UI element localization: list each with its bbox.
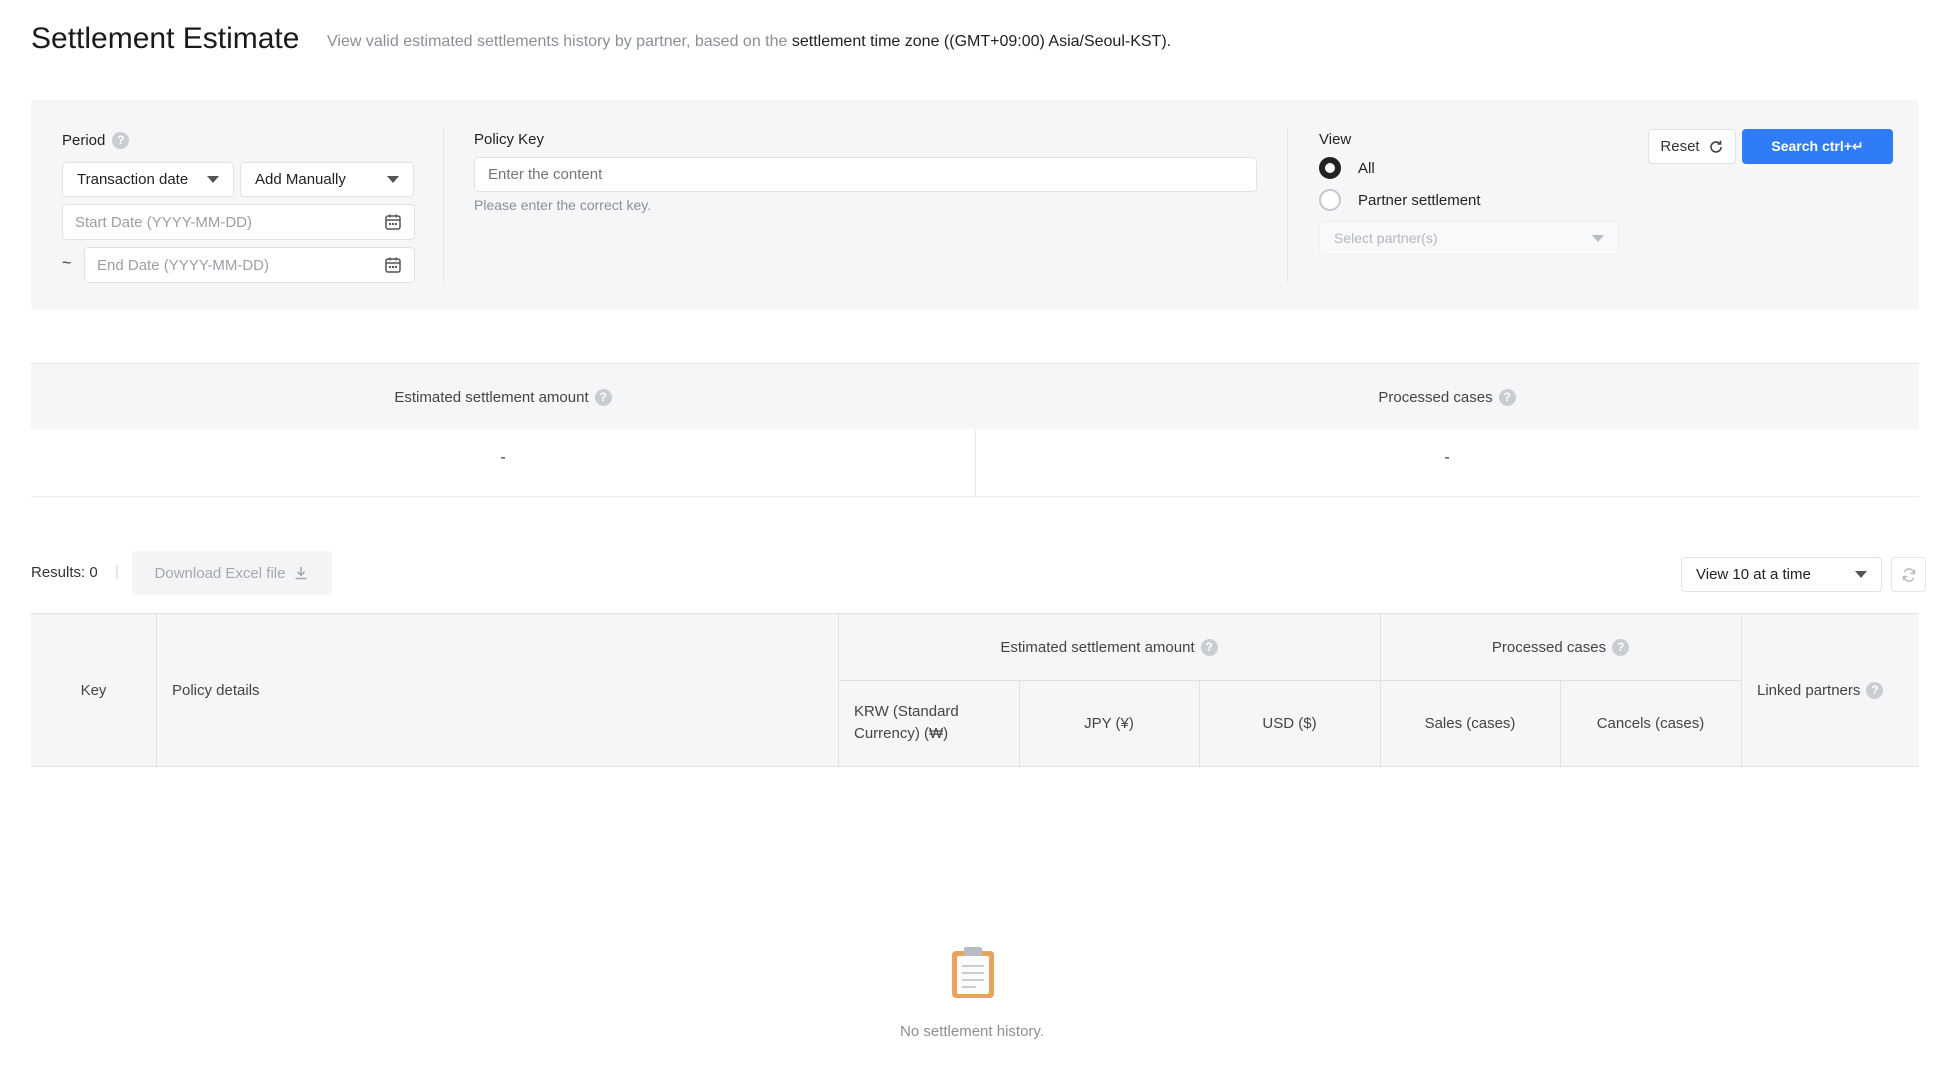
summary-processed-header: Processed cases ? <box>975 364 1919 430</box>
start-date-field[interactable]: Start Date (YYYY-MM-DD) <box>62 204 415 240</box>
radio-unchecked[interactable] <box>1319 189 1341 211</box>
page-title: Settlement Estimate <box>31 22 300 55</box>
reset-button[interactable]: Reset <box>1648 129 1736 164</box>
calendar-icon[interactable] <box>384 213 402 231</box>
table-header: Key Policy details Estimated settlement … <box>31 613 1919 767</box>
divider <box>1741 614 1742 766</box>
view-option-all-label: All <box>1358 159 1375 177</box>
column-header-krw: KRW (Standard Currency) (₩) <box>854 680 1009 766</box>
help-icon[interactable]: ? <box>1612 638 1630 656</box>
timezone-text: settlement time zone ((GMT+09:00) Asia/S… <box>791 33 1172 50</box>
range-mode-value: Add Manually <box>255 171 346 188</box>
column-group-estimated: Estimated settlement amount ? <box>838 614 1380 680</box>
view-label: View <box>1319 131 1352 148</box>
divider <box>156 614 157 766</box>
view-option-partner[interactable]: Partner settlement <box>1319 189 1481 211</box>
download-icon <box>295 567 307 580</box>
refresh-icon <box>1709 140 1722 153</box>
help-icon[interactable]: ? <box>594 388 612 406</box>
column-header-krw-label: KRW (Standard Currency) (₩) <box>854 703 959 742</box>
start-date-placeholder: Start Date (YYYY-MM-DD) <box>75 213 252 231</box>
period-label-group: Period ? <box>62 132 130 149</box>
page-description: View valid estimated settlements history… <box>327 33 1171 51</box>
help-icon[interactable]: ? <box>1498 388 1516 406</box>
results-count: Results: 0 <box>31 564 98 581</box>
chevron-down-icon <box>207 176 219 183</box>
column-header-cancels: Cancels (cases) <box>1560 680 1741 766</box>
column-header-key-label: Key <box>80 681 107 699</box>
help-icon[interactable]: ? <box>1200 638 1218 656</box>
refresh-icon <box>1902 567 1915 582</box>
column-header-linked-partners-label: Linked partners <box>1757 681 1861 699</box>
policy-key-input[interactable] <box>474 157 1257 192</box>
summary-estimated-header: Estimated settlement amount ? <box>31 364 975 430</box>
chevron-down-icon <box>1855 571 1867 578</box>
column-group-estimated-label: Estimated settlement amount <box>1000 638 1195 656</box>
column-header-policy-details: Policy details <box>172 614 822 766</box>
search-button[interactable]: Search ctrl+↵ <box>1742 129 1893 164</box>
results-separator: | <box>115 563 119 580</box>
download-excel-button[interactable]: Download Excel file <box>132 551 332 595</box>
column-group-processed-label: Processed cases <box>1491 638 1607 656</box>
column-header-policy-details-label: Policy details <box>172 681 260 699</box>
chevron-down-icon <box>387 176 399 183</box>
refresh-button[interactable] <box>1891 557 1926 592</box>
column-header-sales-label: Sales (cases) <box>1424 714 1516 732</box>
summary-processed-value: - <box>1444 449 1450 466</box>
column-header-key: Key <box>31 614 156 766</box>
column-header-cancels-label: Cancels (cases) <box>1596 714 1705 732</box>
column-header-sales: Sales (cases) <box>1380 680 1560 766</box>
divider <box>1287 128 1288 282</box>
reset-button-label: Reset <box>1660 138 1700 155</box>
column-group-processed: Processed cases ? <box>1380 614 1741 680</box>
radio-checked[interactable] <box>1319 157 1341 179</box>
empty-state-message: No settlement history. <box>900 1023 1044 1040</box>
summary-estimated-value: - <box>500 449 506 466</box>
help-icon[interactable]: ? <box>112 132 130 149</box>
search-button-label: Search ctrl+↵ <box>1771 138 1864 154</box>
help-icon[interactable]: ? <box>1866 681 1884 699</box>
column-header-jpy-label: JPY (¥) <box>1084 714 1134 732</box>
end-date-placeholder: End Date (YYYY-MM-DD) <box>97 256 269 274</box>
divider <box>443 128 444 282</box>
summary-estimated-label: Estimated settlement amount <box>394 388 589 406</box>
period-label: Period <box>62 132 106 149</box>
view-option-all[interactable]: All <box>1319 157 1375 179</box>
partner-select[interactable]: Select partner(s) <box>1319 221 1619 255</box>
download-excel-label: Download Excel file <box>154 564 286 582</box>
summary-values: - - <box>31 429 1919 497</box>
policy-key-label: Policy Key <box>474 131 545 148</box>
end-date-field[interactable]: End Date (YYYY-MM-DD) <box>84 247 415 283</box>
column-header-usd-label: USD ($) <box>1262 714 1317 732</box>
page-description-text: View valid estimated settlements history… <box>327 33 792 50</box>
date-type-select[interactable]: Transaction date <box>62 162 234 197</box>
column-header-usd: USD ($) <box>1199 680 1380 766</box>
page-size-value: View 10 at a time <box>1696 566 1811 583</box>
filter-panel: Period ? Transaction date Add Manually S… <box>31 100 1919 310</box>
range-separator: ~ <box>62 255 72 272</box>
summary-header: Estimated settlement amount ? Processed … <box>31 363 1919 429</box>
calendar-icon[interactable] <box>384 256 402 274</box>
date-type-value: Transaction date <box>77 171 189 188</box>
clipboard-icon <box>952 947 994 998</box>
partner-select-placeholder: Select partner(s) <box>1334 230 1438 246</box>
chevron-down-icon <box>1592 234 1604 242</box>
range-mode-select[interactable]: Add Manually <box>240 162 414 197</box>
summary-processed-label: Processed cases <box>1378 388 1493 406</box>
column-header-jpy: JPY (¥) <box>1019 680 1199 766</box>
view-option-partner-label: Partner settlement <box>1358 191 1481 209</box>
page-size-select[interactable]: View 10 at a time <box>1681 557 1882 592</box>
column-header-linked-partners: Linked partners ? <box>1757 614 1917 766</box>
policy-key-hint: Please enter the correct key. <box>474 197 652 213</box>
